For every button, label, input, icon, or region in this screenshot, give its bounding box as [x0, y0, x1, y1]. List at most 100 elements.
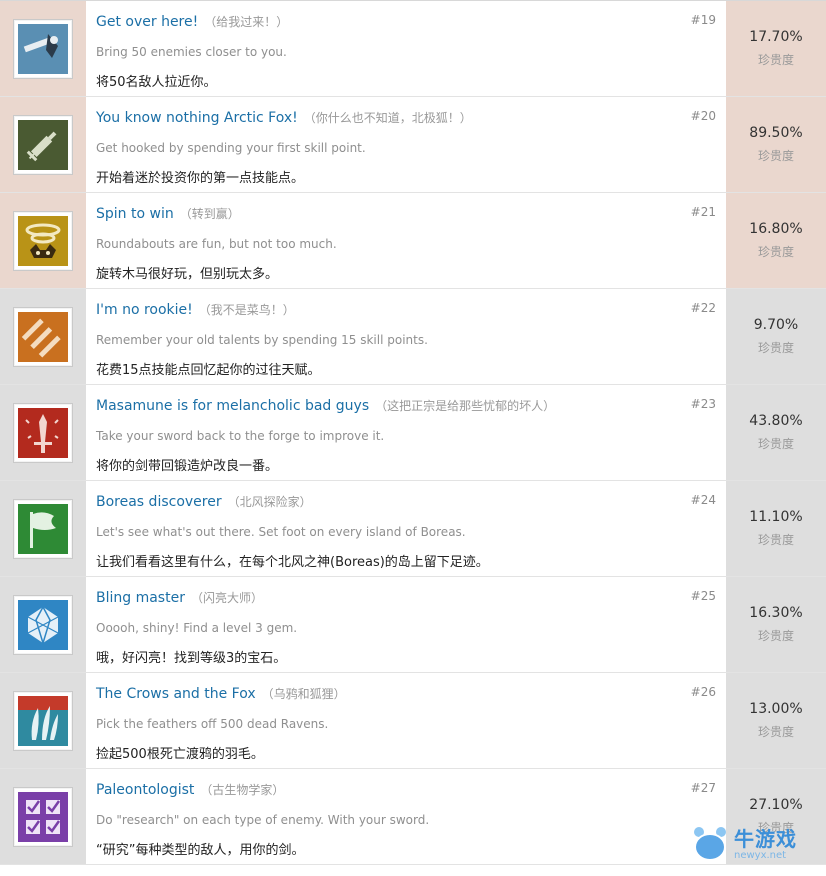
syringe-icon [18, 120, 68, 170]
whirlwind-fox-icon [18, 216, 68, 266]
achievement-title-cn: （这把正宗是给那些忧郁的坏人） [375, 399, 555, 413]
achievement-desc-zh: 花费15点技能点回忆起你的过往天赋。 [96, 359, 321, 378]
icon-frame [13, 211, 73, 271]
achievement-info: Get over here!（给我过来！） #19 Bring 50 enemi… [86, 1, 726, 96]
achievement-number: #26 [691, 685, 716, 699]
checklist-icon [18, 792, 68, 842]
rarity-label: 珍贵度 [758, 723, 794, 740]
achievement-percent: 27.10% [749, 797, 802, 813]
achievement-row: I'm no rookie!（我不是菜鸟！） #22 Remember your… [0, 289, 826, 385]
achievement-number: #27 [691, 781, 716, 795]
achievement-title[interactable]: I'm no rookie! [96, 302, 193, 318]
achievement-row: The Crows and the Fox（乌鸦和狐狸） #26 Pick th… [0, 673, 826, 769]
gem-icon [18, 600, 68, 650]
rarity-label: 珍贵度 [758, 51, 794, 68]
achievement-row: Paleontologist（古生物学家） #27 Do "research" … [0, 769, 826, 865]
achievement-title[interactable]: Get over here! [96, 14, 198, 30]
achievement-title[interactable]: Boreas discoverer [96, 494, 222, 510]
achievement-title[interactable]: Masamune is for melancholic bad guys [96, 398, 369, 414]
achievement-title-cn: （古生物学家） [200, 783, 284, 797]
achievement-info: You know nothing Arctic Fox!（你什么也不知道，北极狐… [86, 97, 726, 192]
icon-frame [13, 787, 73, 847]
achievement-rarity-cell: 11.10% 珍贵度 [726, 481, 826, 576]
achievement-desc-en: Roundabouts are fun, but not too much. [96, 237, 337, 251]
achievement-rarity-cell: 13.00% 珍贵度 [726, 673, 826, 768]
achievement-info: Paleontologist（古生物学家） #27 Do "research" … [86, 769, 726, 864]
achievement-number: #24 [691, 493, 716, 507]
achievement-percent: 17.70% [749, 29, 802, 45]
achievement-desc-zh: 旋转木马很好玩，但别玩太多。 [96, 263, 278, 282]
achievement-title-cn: （转到赢） [180, 207, 240, 221]
achievement-percent: 9.70% [754, 317, 798, 333]
achievement-title[interactable]: You know nothing Arctic Fox! [96, 110, 298, 126]
achievement-rarity-cell: 16.80% 珍贵度 [726, 193, 826, 288]
achievement-icon-cell [0, 481, 86, 576]
achievement-rarity-cell: 43.80% 珍贵度 [726, 385, 826, 480]
syringes-icon [18, 312, 68, 362]
achievement-icon-cell [0, 577, 86, 672]
achievement-desc-en: Bring 50 enemies closer to you. [96, 45, 287, 59]
achievement-title[interactable]: Spin to win [96, 206, 174, 222]
achievement-info: I'm no rookie!（我不是菜鸟！） #22 Remember your… [86, 289, 726, 384]
hook-pull-icon [18, 24, 68, 74]
achievement-desc-en: Pick the feathers off 500 dead Ravens. [96, 717, 328, 731]
achievement-info: Masamune is for melancholic bad guys （这把正… [86, 385, 726, 480]
achievement-rarity-cell: 89.50% 珍贵度 [726, 97, 826, 192]
achievement-desc-en: Take your sword back to the forge to imp… [96, 429, 384, 443]
achievement-desc-zh: 捡起500根死亡渡鸦的羽毛。 [96, 743, 264, 762]
achievement-percent: 11.10% [749, 509, 802, 525]
achievement-row: You know nothing Arctic Fox!（你什么也不知道，北极狐… [0, 97, 826, 193]
achievement-icon-cell [0, 769, 86, 864]
achievement-title[interactable]: Bling master [96, 590, 185, 606]
achievement-rarity-cell: 17.70% 珍贵度 [726, 1, 826, 96]
achievement-number: #19 [691, 13, 716, 27]
achievement-number: #23 [691, 397, 716, 411]
achievement-number: #21 [691, 205, 716, 219]
achievement-title-cn: （闪亮大师） [191, 591, 263, 605]
achievement-row: Get over here!（给我过来！） #19 Bring 50 enemi… [0, 1, 826, 97]
achievement-icon-cell [0, 97, 86, 192]
achievement-title[interactable]: The Crows and the Fox [96, 686, 256, 702]
achievement-rarity-cell: 16.30% 珍贵度 [726, 577, 826, 672]
achievement-number: #22 [691, 301, 716, 315]
rarity-label: 珍贵度 [758, 531, 794, 548]
achievement-rarity-cell: 9.70% 珍贵度 [726, 289, 826, 384]
achievement-percent: 16.80% [749, 221, 802, 237]
rarity-label: 珍贵度 [758, 243, 794, 260]
achievement-rarity-cell: 27.10% 珍贵度 [726, 769, 826, 864]
achievement-percent: 13.00% [749, 701, 802, 717]
achievement-desc-zh: 哦，好闪亮！找到等级3的宝石。 [96, 647, 286, 666]
icon-frame [13, 403, 73, 463]
achievement-icon-cell [0, 193, 86, 288]
achievement-info: Bling master（闪亮大师） #25 Ooooh, shiny! Fin… [86, 577, 726, 672]
feathers-icon [18, 696, 68, 746]
rarity-label: 珍贵度 [758, 627, 794, 644]
achievement-desc-en: Remember your old talents by spending 15… [96, 333, 428, 347]
achievement-title-cn: （北风探险家） [228, 495, 312, 509]
achievement-row: Boreas discoverer （北风探险家） #24 Let's see w… [0, 481, 826, 577]
achievement-row: Masamune is for melancholic bad guys （这把正… [0, 385, 826, 481]
achievement-row: Spin to win （转到赢） #21 Roundabouts are fun… [0, 193, 826, 289]
achievement-desc-en: Ooooh, shiny! Find a level 3 gem. [96, 621, 297, 635]
achievement-icon-cell [0, 385, 86, 480]
achievement-desc-zh: 将你的剑带回锻造炉改良一番。 [96, 455, 278, 474]
rarity-label: 珍贵度 [758, 819, 794, 836]
rarity-label: 珍贵度 [758, 435, 794, 452]
icon-frame [13, 499, 73, 559]
achievement-desc-zh: 让我们看看这里有什么，在每个北风之神(Boreas)的岛上留下足迹。 [96, 551, 489, 570]
achievement-info: Boreas discoverer （北风探险家） #24 Let's see w… [86, 481, 726, 576]
achievement-desc-en: Let's see what's out there. Set foot on … [96, 525, 466, 539]
achievement-list: Get over here!（给我过来！） #19 Bring 50 enemi… [0, 0, 826, 876]
icon-frame [13, 115, 73, 175]
icon-frame [13, 19, 73, 79]
icon-frame [13, 691, 73, 751]
rarity-label: 珍贵度 [758, 147, 794, 164]
icon-frame [13, 595, 73, 655]
flag-icon [18, 504, 68, 554]
achievement-icon-cell [0, 1, 86, 96]
achievement-icon-cell [0, 673, 86, 768]
achievement-title[interactable]: Paleontologist [96, 782, 194, 798]
achievement-percent: 89.50% [749, 125, 802, 141]
achievement-desc-zh: 开始着迷於投资你的第一点技能点。 [96, 167, 304, 186]
achievement-row: Bling master（闪亮大师） #25 Ooooh, shiny! Fin… [0, 577, 826, 673]
